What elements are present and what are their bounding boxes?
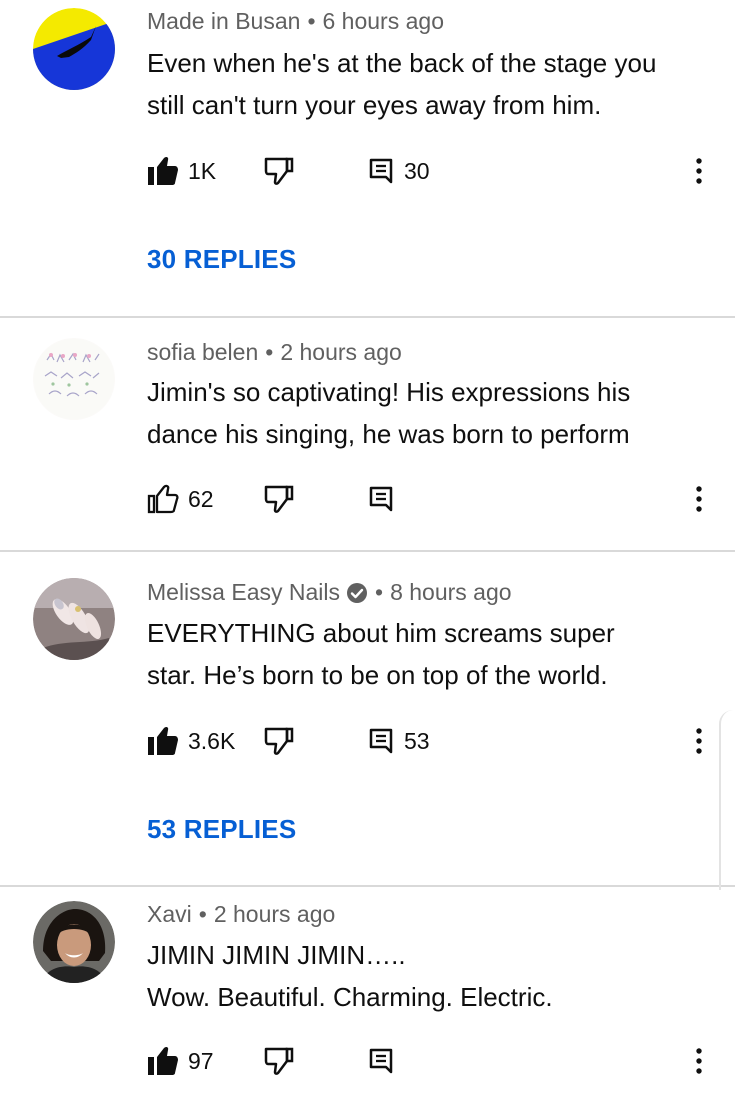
dislike-button[interactable] [264,479,294,519]
avatar[interactable] [33,8,115,90]
comment-text: Jimin's so captivating! His expressions … [147,371,717,455]
comment-actions: 3.6K 53 [147,721,717,761]
comment-text: Even when he's at the back of the stage … [147,42,717,126]
comment-meta: Xavi • 2 hours ago [147,901,335,928]
side-panel-edge [719,710,735,890]
thumbs-up-icon [148,1046,178,1075]
more-vertical-icon [696,486,702,512]
reply-button[interactable] [369,479,393,519]
like-count: 97 [188,1047,214,1074]
dislike-button[interactable] [264,721,294,761]
comment-line: Wow. Beautiful. Charming. Electric. [147,982,553,1012]
thumbs-up-icon [147,484,179,514]
thumbs-up-icon [148,726,178,755]
reply-icon [369,728,393,754]
avatar[interactable] [33,338,115,420]
author-name[interactable]: sofia belen [147,339,258,366]
like-count: 1K [188,157,217,184]
like-button[interactable]: 3.6K [147,721,235,761]
reply-button[interactable] [369,1041,393,1081]
like-button[interactable]: 97 [147,1041,214,1081]
comment-text: JIMIN JIMIN JIMIN….. Wow. Beautiful. Cha… [147,934,717,1018]
more-vertical-icon [696,728,702,754]
reply-icon [369,486,393,512]
comment-actions: 1K 30 [147,151,717,191]
comment-text: EVERYTHING about him screams super star.… [147,612,717,696]
more-options-button[interactable] [696,1041,702,1081]
dislike-button[interactable] [264,151,294,191]
thumbs-down-icon [264,727,294,755]
like-count: 62 [188,485,214,512]
author-name[interactable]: Melissa Easy Nails [147,579,340,606]
more-options-button[interactable] [696,479,702,519]
reply-count: 30 [404,157,430,184]
like-button[interactable]: 1K [147,151,216,191]
comment-line: JIMIN JIMIN JIMIN….. [147,940,406,970]
view-replies-button[interactable]: 30 REPLIES [147,244,296,275]
author-name[interactable]: Xavi [147,901,192,928]
comment-line: Even when he's at the back of the stage … [147,48,657,78]
more-vertical-icon [696,158,702,184]
avatar[interactable] [33,901,115,983]
meta-separator: • [265,339,274,365]
comment-line: dance his singing, he was born to perfor… [147,419,630,449]
comment-time: 2 hours ago [280,339,402,365]
comment-meta: Made in Busan • 6 hours ago [147,8,444,35]
comment-actions: 62 [147,479,717,519]
comment-time: 6 hours ago [322,8,444,34]
comment-line: Jimin's so captivating! His expressions … [147,377,631,407]
comment-line: EVERYTHING about him screams super [147,618,615,648]
like-button[interactable]: 62 [147,479,214,519]
comment-line: star. He’s born to be on top of the worl… [147,660,608,690]
view-replies-button[interactable]: 53 REPLIES [147,814,296,845]
thumbs-down-icon [264,485,294,513]
thumbs-down-icon [264,157,294,185]
comment-divider [0,550,735,552]
meta-separator: • [307,8,316,34]
comment-meta: Melissa Easy Nails • 8 hours ago [147,579,512,606]
reply-count: 53 [404,727,430,754]
reply-icon [369,158,393,184]
author-name[interactable]: Made in Busan [147,8,300,35]
dislike-button[interactable] [264,1041,294,1081]
comment-actions: 97 [147,1041,717,1081]
reply-icon [369,1048,393,1074]
like-count: 3.6K [188,727,236,754]
avatar[interactable] [33,578,115,660]
thumbs-down-icon [264,1047,294,1075]
comment-time: 2 hours ago [213,901,336,927]
more-vertical-icon [696,1048,702,1074]
comment-line: still can't turn your eyes away from him… [147,90,602,120]
reply-button[interactable]: 53 [369,721,430,761]
more-options-button[interactable] [696,151,702,191]
verified-icon [347,582,367,603]
meta-separator: • [375,579,384,605]
reply-button[interactable]: 30 [369,151,430,191]
comment-time: 8 hours ago [390,579,512,605]
comment-divider [0,316,735,318]
comment-divider [0,885,735,887]
comment-meta: sofia belen • 2 hours ago [147,339,402,366]
more-options-button[interactable] [696,721,702,761]
thumbs-up-icon [148,156,178,185]
meta-separator: • [198,901,207,927]
